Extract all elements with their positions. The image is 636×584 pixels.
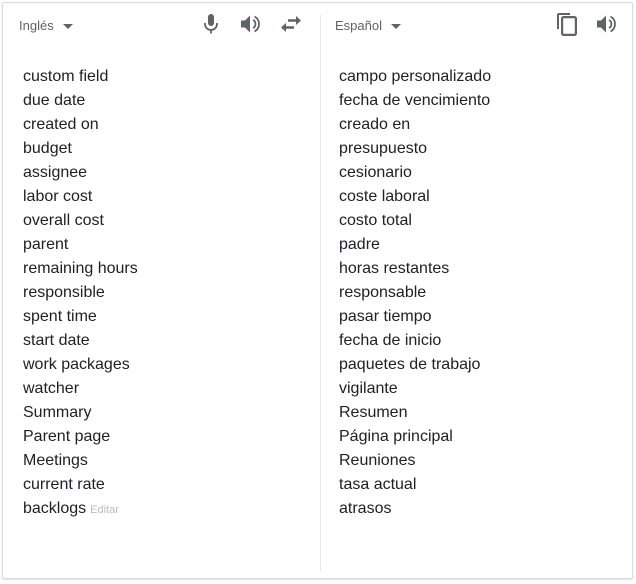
source-text[interactable]: custom field due date created on budget …	[23, 65, 138, 521]
target-language-label: Español	[335, 18, 382, 33]
translation-line: horas restantes	[339, 260, 450, 277]
source-line: due date	[23, 92, 86, 109]
edit-link[interactable]: Editar	[90, 504, 119, 516]
source-language-selector[interactable]: Inglés	[19, 18, 73, 33]
translation-line: Reuniones	[339, 452, 416, 469]
translation-card: Inglés Español custom field due date cre…	[2, 2, 633, 579]
source-line: watcher	[23, 380, 80, 397]
translation-line: costo total	[339, 212, 412, 229]
source-line: Parent page	[23, 428, 111, 445]
source-line: responsible	[23, 284, 105, 301]
source-line: backlogs Editar	[23, 500, 119, 517]
source-line: custom field	[23, 68, 109, 85]
source-line: spent time	[23, 308, 97, 325]
translation-line: tasa actual	[339, 476, 417, 493]
source-line: Meetings	[23, 452, 88, 469]
translation-line: vigilante	[339, 380, 398, 397]
swap-languages-icon	[281, 16, 301, 32]
translation-line: campo personalizado	[339, 68, 492, 85]
column-divider	[320, 15, 321, 571]
swap-languages-button[interactable]	[277, 10, 305, 38]
source-language-label: Inglés	[19, 18, 54, 33]
speaker-icon	[241, 15, 260, 33]
translation-line: responsable	[339, 284, 427, 301]
chevron-down-icon	[62, 23, 73, 29]
target-language-selector[interactable]: Español	[335, 18, 401, 33]
copy-icon	[557, 13, 578, 36]
listen-source-button[interactable]	[237, 10, 265, 38]
source-line: Summary	[23, 404, 92, 421]
source-line: budget	[23, 140, 72, 157]
source-line: assignee	[23, 164, 88, 181]
translation-line: atrasos	[339, 500, 392, 517]
source-line: overall cost	[23, 212, 104, 229]
source-line: labor cost	[23, 188, 93, 205]
source-line: remaining hours	[23, 260, 138, 277]
microphone-button[interactable]	[197, 10, 225, 38]
translation-text: campo personalizado fecha de vencimiento…	[339, 65, 491, 521]
translation-line: paquetes de trabajo	[339, 356, 481, 373]
translation-line: padre	[339, 236, 380, 253]
microphone-icon	[204, 14, 218, 34]
source-line: created on	[23, 116, 99, 133]
source-line: parent	[23, 236, 69, 253]
translation-line: cesionario	[339, 164, 412, 181]
chevron-down-icon	[390, 23, 401, 29]
source-line: current rate	[23, 476, 105, 493]
listen-translation-button[interactable]	[593, 10, 621, 38]
translation-line: pasar tiempo	[339, 308, 432, 325]
source-line: start date	[23, 332, 90, 349]
translation-line: coste laboral	[339, 188, 430, 205]
translation-line: presupuesto	[339, 140, 428, 157]
translation-line: creado en	[339, 116, 411, 133]
translation-line: fecha de inicio	[339, 332, 442, 349]
copy-translation-button[interactable]	[553, 10, 581, 38]
translation-line: Página principal	[339, 428, 453, 445]
translation-line: Resumen	[339, 404, 408, 421]
source-line: work packages	[23, 356, 130, 373]
speaker-icon	[597, 15, 616, 33]
translation-line: fecha de vencimiento	[339, 92, 491, 109]
